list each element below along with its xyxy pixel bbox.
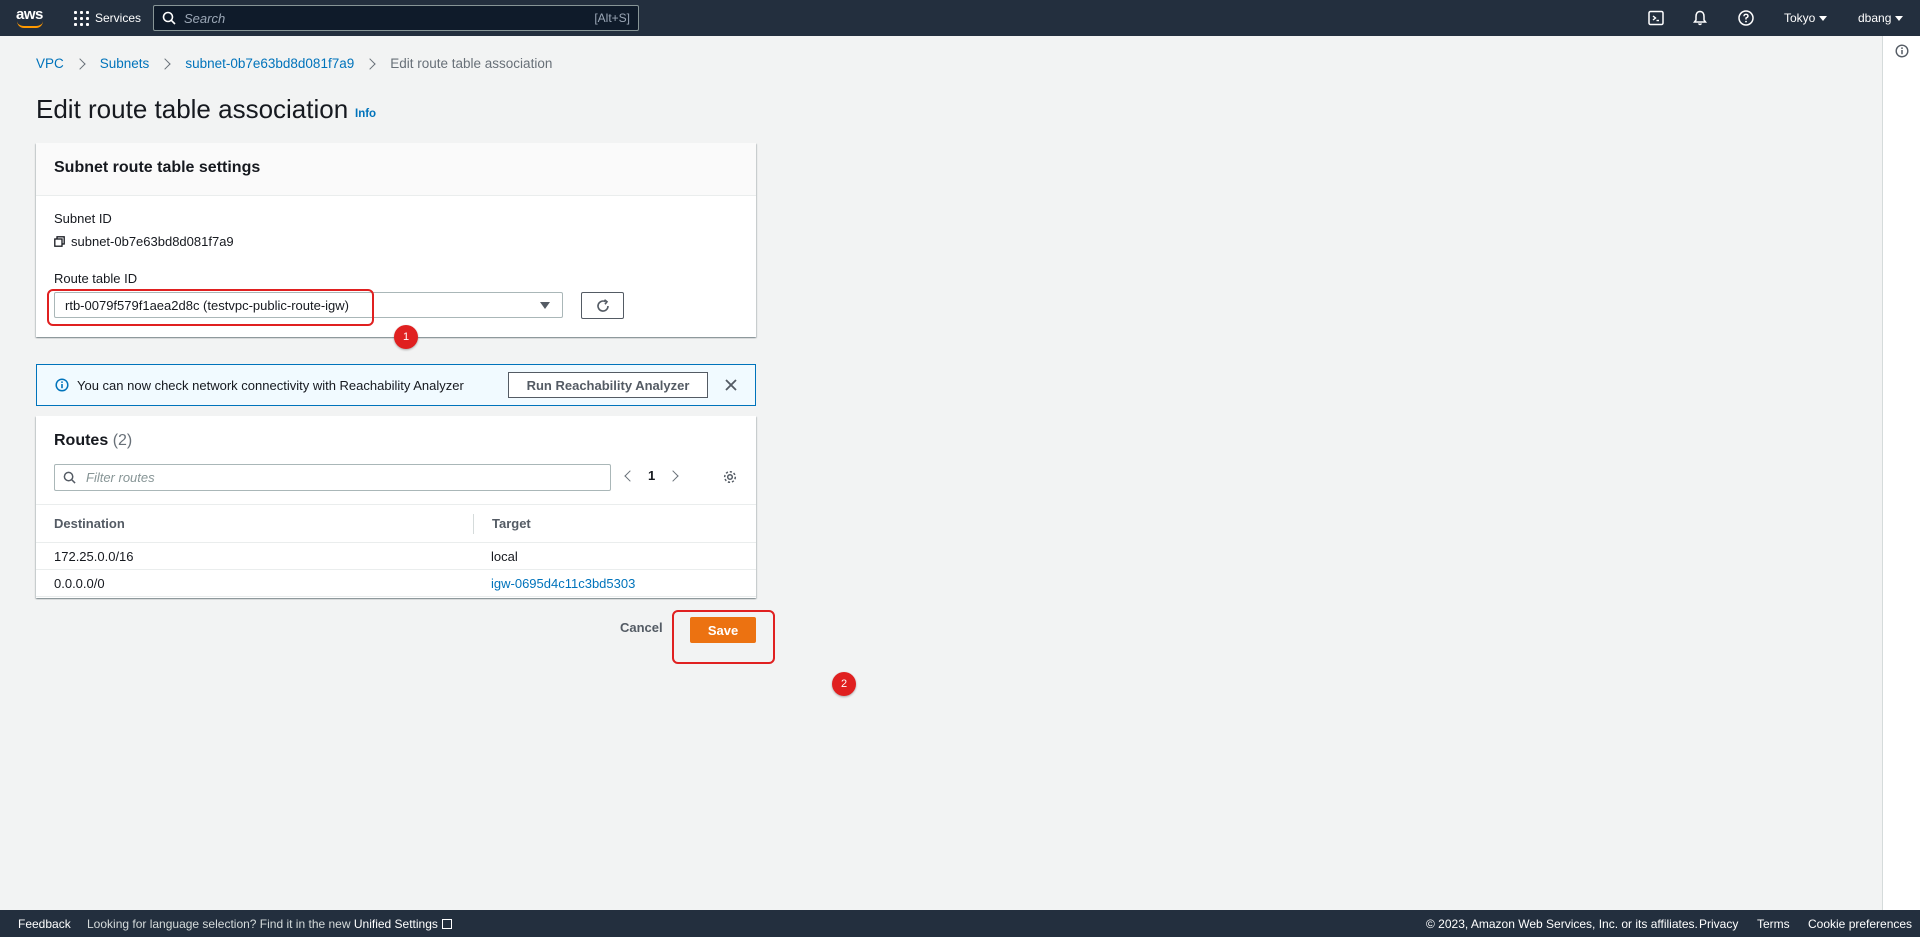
services-label: Services	[95, 11, 142, 25]
breadcrumb-subnets[interactable]: Subnets	[100, 56, 150, 71]
terms-link[interactable]: Terms	[1757, 917, 1790, 931]
highlight-route-table	[47, 289, 374, 326]
routes-panel: Routes (2) Filter routes 1 Destination T…	[36, 416, 756, 598]
annotation-marker-2: 2	[832, 672, 856, 696]
subnet-id-label: Subnet ID	[54, 211, 112, 226]
tools-panel-rail	[1882, 36, 1920, 910]
language-notice: Looking for language selection? Find it …	[87, 917, 452, 931]
bell-icon[interactable]	[1691, 9, 1709, 27]
cancel-button[interactable]: Cancel	[620, 620, 663, 635]
cloudshell-icon[interactable]	[1647, 9, 1665, 27]
aws-logo[interactable]: aws	[16, 6, 46, 30]
info-icon	[55, 378, 69, 392]
chevron-right-icon	[159, 57, 171, 70]
top-nav: aws Services Search [Alt+S] Tokyo dbang	[0, 0, 1920, 36]
user-menu[interactable]: dbang	[1858, 0, 1904, 36]
routes-count: (2)	[112, 432, 133, 449]
subnet-id-text: subnet-0b7e63bd8d081f7a9	[71, 234, 234, 249]
cookie-preferences-link[interactable]: Cookie preferences	[1808, 917, 1912, 931]
routes-heading: Routes (2)	[54, 432, 132, 450]
subnet-id-value: subnet-0b7e63bd8d081f7a9	[54, 234, 234, 249]
settings-header: Subnet route table settings	[36, 143, 756, 196]
user-label: dbang	[1858, 11, 1892, 25]
search-icon	[63, 471, 76, 484]
search-input[interactable]: Search [Alt+S]	[153, 5, 639, 31]
gear-icon[interactable]	[722, 469, 738, 485]
page-title: Edit route table association	[36, 94, 349, 124]
breadcrumb-vpc[interactable]: VPC	[36, 56, 64, 71]
breadcrumb-subnet-id[interactable]: subnet-0b7e63bd8d081f7a9	[185, 56, 354, 71]
services-menu[interactable]: Services	[74, 0, 141, 36]
copyright-text: © 2023, Amazon Web Services, Inc. or its…	[1426, 916, 1698, 931]
privacy-link[interactable]: Privacy	[1699, 917, 1738, 931]
routes-title: Routes	[54, 432, 109, 449]
route-destination: 0.0.0.0/0	[54, 576, 105, 591]
annotation-marker-1: 1	[394, 325, 418, 349]
feedback-link[interactable]: Feedback	[18, 917, 71, 931]
table-row: 0.0.0.0/0 igw-0695d4c11c3bd5303	[36, 570, 756, 597]
column-destination[interactable]: Destination	[54, 516, 125, 531]
info-icon[interactable]	[1895, 44, 1909, 58]
reachability-alert: You can now check network connectivity w…	[36, 364, 756, 406]
page-number[interactable]: 1	[648, 468, 655, 483]
search-icon	[162, 11, 176, 25]
aws-smile-icon	[17, 21, 43, 28]
help-icon[interactable]	[1737, 9, 1755, 27]
footer: Feedback Looking for language selection?…	[0, 910, 1920, 937]
highlight-save	[672, 610, 775, 664]
external-link-icon	[441, 918, 452, 929]
run-reachability-analyzer-button[interactable]: Run Reachability Analyzer	[508, 372, 708, 398]
caret-down-icon	[1895, 15, 1904, 21]
table-row: 172.25.0.0/16 local	[36, 543, 756, 570]
chevron-left-icon[interactable]	[624, 469, 636, 482]
routes-table: Destination Target 172.25.0.0/16 local 0…	[36, 504, 756, 597]
table-header: Destination Target	[36, 504, 756, 543]
chevron-right-icon	[364, 57, 376, 70]
unified-settings-link[interactable]: Unified Settings	[354, 917, 438, 931]
info-link[interactable]: Info	[355, 108, 376, 120]
caret-down-icon	[1819, 15, 1828, 21]
refresh-button[interactable]	[581, 292, 624, 319]
close-icon[interactable]	[723, 377, 739, 393]
chevron-right-icon[interactable]	[667, 469, 679, 482]
route-table-label: Route table ID	[54, 271, 138, 286]
column-target[interactable]: Target	[492, 516, 531, 531]
copy-icon[interactable]	[54, 236, 65, 247]
search-placeholder: Search	[184, 10, 226, 26]
breadcrumb: VPC Subnets subnet-0b7e63bd8d081f7a9 Edi…	[36, 56, 552, 71]
route-target-link[interactable]: igw-0695d4c11c3bd5303	[491, 576, 635, 591]
filter-placeholder: Filter routes	[86, 470, 155, 485]
region-selector[interactable]: Tokyo	[1784, 0, 1828, 36]
filter-routes-input[interactable]: Filter routes	[54, 464, 611, 491]
column-divider	[473, 514, 474, 534]
language-text: Looking for language selection? Find it …	[87, 916, 351, 931]
chevron-right-icon	[74, 57, 86, 70]
pagination: 1	[624, 468, 679, 483]
region-label: Tokyo	[1784, 11, 1816, 25]
breadcrumb-current: Edit route table association	[390, 56, 553, 71]
search-shortcut: [Alt+S]	[594, 11, 630, 25]
refresh-icon	[596, 298, 609, 312]
route-destination: 172.25.0.0/16	[54, 549, 134, 564]
route-target: local	[491, 549, 518, 564]
alert-text: You can now check network connectivity w…	[77, 377, 464, 393]
dropdown-arrow-icon	[540, 302, 550, 309]
grid-icon	[74, 10, 89, 26]
